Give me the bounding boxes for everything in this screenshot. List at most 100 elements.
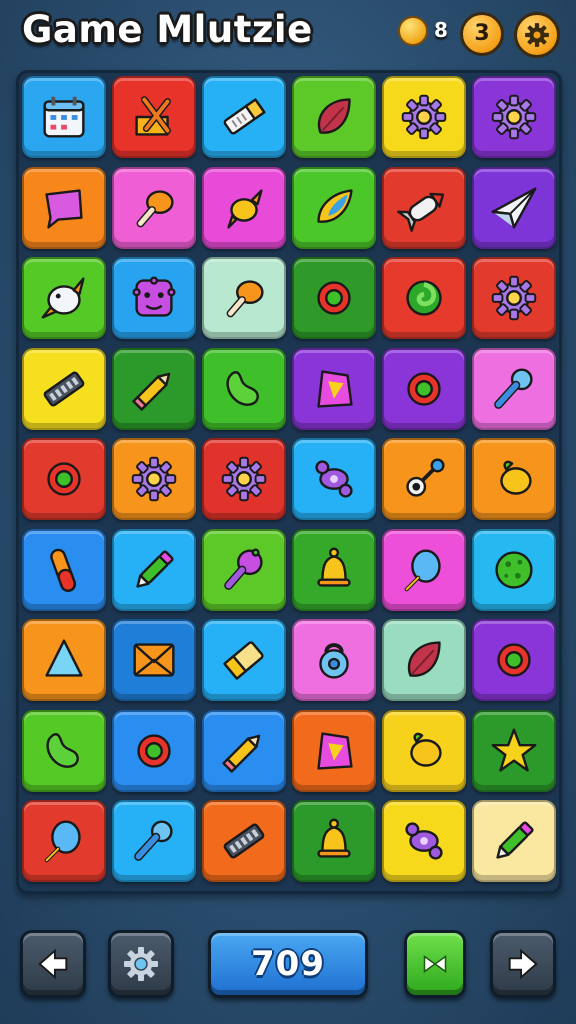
tile[interactable] (112, 257, 196, 339)
tile[interactable] (22, 438, 106, 520)
bottom-toolbar: 709 (0, 910, 576, 1024)
settings-button[interactable] (514, 12, 560, 58)
tile[interactable] (112, 800, 196, 882)
tile[interactable] (112, 347, 196, 430)
pencil-icon (222, 734, 261, 773)
tile[interactable] (382, 166, 466, 249)
arrow-left-icon (38, 948, 68, 980)
gear-icon (131, 456, 177, 502)
pencil-eraser-icon (223, 98, 266, 135)
tile[interactable] (472, 166, 556, 249)
tile[interactable] (292, 257, 376, 339)
tile[interactable] (202, 257, 286, 339)
tile[interactable] (22, 347, 106, 430)
back-button[interactable] (20, 930, 86, 998)
candy-icon (227, 188, 263, 229)
score-display: 709 (208, 930, 368, 998)
tile[interactable] (292, 800, 376, 882)
bell-icon (317, 818, 351, 858)
level-badge: 3 (460, 12, 504, 56)
tile[interactable] (202, 76, 286, 158)
ring-icon (317, 281, 351, 315)
tile[interactable] (112, 709, 196, 792)
coin-icon (398, 16, 428, 46)
ring-icon (137, 733, 171, 768)
gear-icon (221, 456, 267, 502)
tile[interactable] (22, 800, 106, 882)
tile[interactable] (202, 709, 286, 792)
calendar-icon (43, 96, 85, 138)
harmonica-icon (223, 823, 265, 859)
tile[interactable] (22, 709, 106, 792)
star-icon (491, 728, 537, 772)
microphone-icon (494, 367, 533, 409)
score-value: 709 (251, 944, 325, 984)
tile[interactable] (22, 528, 106, 611)
tile[interactable] (112, 528, 196, 611)
pacifier-icon (315, 460, 353, 498)
rattle-icon (224, 547, 263, 590)
gear-icon (401, 94, 447, 140)
tile[interactable] (292, 438, 376, 520)
tile[interactable] (382, 76, 466, 158)
monster-face-icon (132, 276, 176, 317)
harmonica-icon (43, 371, 85, 406)
tile[interactable] (22, 619, 106, 701)
tile[interactable] (202, 166, 286, 249)
bird-icon (41, 277, 85, 319)
tile[interactable] (472, 800, 556, 882)
tile[interactable] (382, 709, 466, 792)
tile[interactable] (472, 76, 556, 158)
gear-icon (124, 947, 158, 981)
tile[interactable] (202, 347, 286, 430)
tile[interactable] (382, 528, 466, 611)
tile[interactable] (202, 800, 286, 882)
next-button[interactable] (490, 930, 556, 998)
gem-icon (317, 369, 353, 408)
tile[interactable] (382, 619, 466, 701)
tile[interactable] (382, 347, 466, 430)
gear-icon (525, 23, 549, 47)
tile[interactable] (202, 528, 286, 611)
tile[interactable] (112, 619, 196, 701)
tile[interactable] (112, 76, 196, 158)
gear-icon (491, 94, 537, 140)
tile[interactable] (472, 528, 556, 611)
marker-icon (136, 549, 174, 588)
pacifier-icon (405, 822, 443, 860)
tile[interactable] (472, 257, 556, 339)
tile[interactable] (112, 166, 196, 249)
tile[interactable] (22, 257, 106, 339)
droplet-leaf-icon (317, 188, 353, 223)
speech-bubble-icon (45, 188, 83, 229)
tile[interactable] (292, 619, 376, 701)
paper-plane-icon (491, 186, 537, 229)
tile[interactable] (202, 438, 286, 520)
tile[interactable] (382, 438, 466, 520)
settings-bottom-button[interactable] (108, 930, 174, 998)
tile[interactable] (292, 709, 376, 792)
lemon-icon (410, 732, 442, 767)
tile[interactable] (292, 166, 376, 249)
tile[interactable] (22, 76, 106, 158)
coin-count: 8 (434, 18, 448, 42)
shuffle-button[interactable] (404, 930, 466, 998)
tile[interactable] (382, 257, 466, 339)
tile[interactable] (202, 619, 286, 701)
capsule-icon (50, 548, 77, 592)
bean-icon (226, 370, 259, 406)
tile[interactable] (472, 709, 556, 792)
flag-x-icon (135, 96, 171, 136)
triangle-icon (45, 639, 83, 677)
tile[interactable] (472, 347, 556, 430)
drumstick-icon (226, 280, 264, 318)
tile[interactable] (472, 438, 556, 520)
tile[interactable] (292, 347, 376, 430)
tile[interactable] (292, 528, 376, 611)
tile[interactable] (382, 800, 466, 882)
tile[interactable] (112, 438, 196, 520)
tile[interactable] (472, 619, 556, 701)
marker-icon (496, 821, 534, 859)
tile[interactable] (292, 76, 376, 158)
tile[interactable] (22, 166, 106, 249)
